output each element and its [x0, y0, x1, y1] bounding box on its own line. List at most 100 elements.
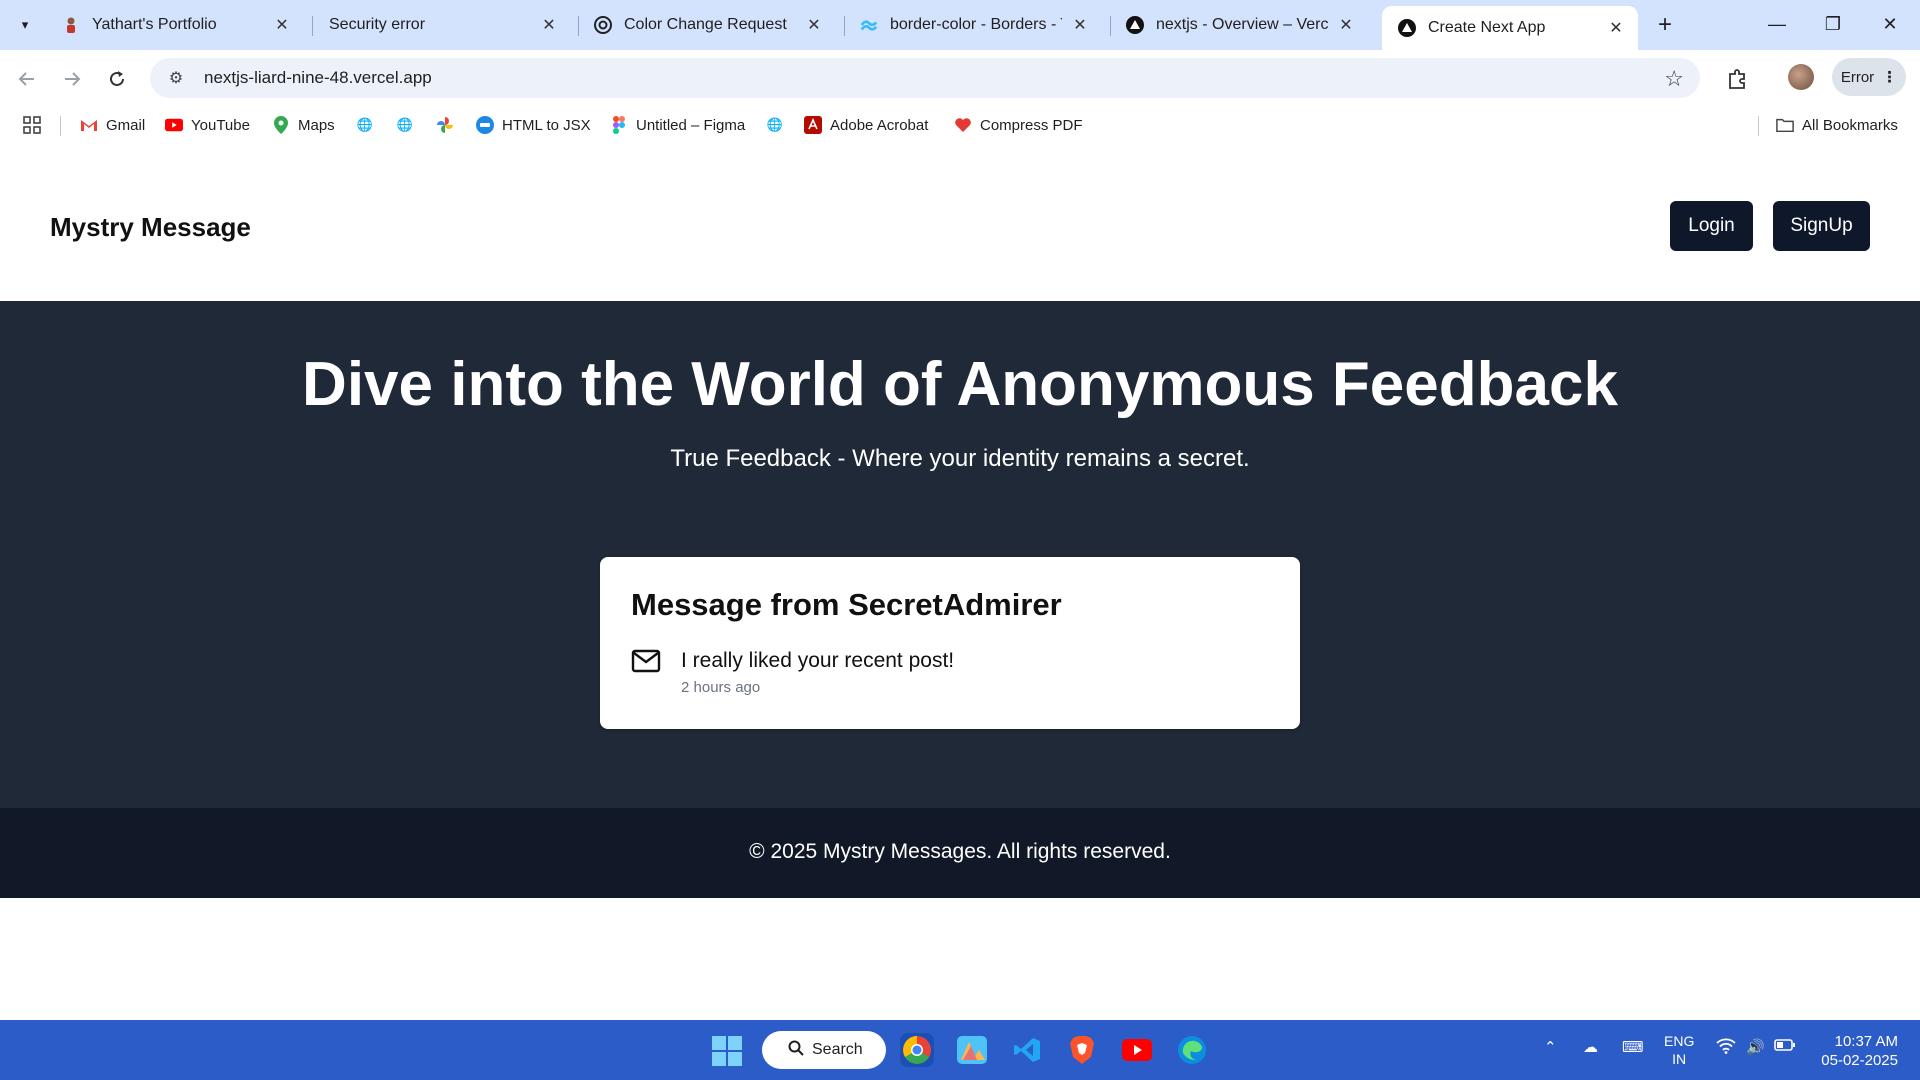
back-arrow-icon[interactable]	[12, 64, 42, 94]
close-icon[interactable]: ✕	[1070, 15, 1090, 35]
volume-icon[interactable]: 🔊	[1746, 1038, 1765, 1056]
bookmark-label: Compress PDF	[980, 116, 1083, 134]
message-card: Message from SecretAdmirer I really like…	[600, 557, 1300, 729]
window-close-icon[interactable]: ✕	[1870, 8, 1910, 40]
close-icon[interactable]: ✕	[1336, 15, 1356, 35]
clock-time: 10:37 AM	[1834, 1033, 1898, 1050]
restore-icon[interactable]: ❐	[1813, 8, 1853, 40]
bookmark-label: Maps	[298, 116, 335, 134]
chrome-app-icon[interactable]	[900, 1033, 934, 1067]
url-text[interactable]: nextjs-liard-nine-48.vercel.app	[204, 68, 432, 88]
bookmark-label: YouTube	[191, 116, 250, 134]
gmail-icon	[80, 116, 98, 134]
tab-title: border-color - Borders - Ta	[890, 16, 1062, 33]
tab-color-change[interactable]: Color Change Request ✕	[578, 6, 836, 44]
globe-icon: 🌐	[356, 117, 374, 132]
site-footer: © 2025 Mystry Messages. All rights reser…	[0, 808, 1920, 898]
keyboard-icon[interactable]: ⌨	[1622, 1038, 1644, 1056]
bookmark-globe-2[interactable]: 🌐	[396, 115, 422, 135]
bookmark-figma[interactable]: Untitled – Figma	[610, 115, 745, 135]
globe-icon: 🌐	[396, 117, 414, 132]
web-page: Mystry Message Login SignUp Dive into th…	[0, 144, 1920, 1020]
vscode-app-icon[interactable]	[1010, 1033, 1044, 1067]
edge-app-icon[interactable]	[1175, 1033, 1209, 1067]
site-info-tune-icon[interactable]: ⚙	[164, 68, 188, 88]
vercel-favicon-icon	[1398, 19, 1416, 37]
html-jsx-icon	[476, 116, 494, 134]
tab-search-chevron-icon[interactable]: ▾	[10, 10, 40, 40]
vercel-favicon-icon	[1126, 16, 1144, 34]
bookmark-youtube[interactable]: YouTube	[165, 115, 250, 135]
bookmark-gmail[interactable]: Gmail	[80, 115, 145, 135]
bookmark-globe-3[interactable]: 🌐	[766, 115, 792, 135]
windows-start-icon[interactable]	[712, 1036, 742, 1066]
extensions-puzzle-icon[interactable]	[1722, 64, 1752, 94]
address-bar[interactable]: ⚙ nextjs-liard-nine-48.vercel.app ☆	[150, 58, 1700, 98]
tab-create-next-app[interactable]: Create Next App ✕	[1382, 6, 1638, 50]
battery-icon[interactable]	[1774, 1038, 1796, 1056]
taskbar-search[interactable]: Search	[762, 1031, 886, 1069]
tab-border-color[interactable]: border-color - Borders - Ta ✕	[844, 6, 1102, 44]
bookmark-pinwheel[interactable]	[436, 115, 462, 135]
bookmark-label: Adobe Acrobat	[830, 116, 929, 134]
system-clock[interactable]: 10:37 AM 05-02-2025	[1810, 1032, 1898, 1070]
folder-icon	[1776, 116, 1794, 134]
bookmark-maps[interactable]: Maps	[272, 115, 335, 135]
site-navbar: Mystry Message Login SignUp	[0, 144, 1920, 301]
tab-title: nextjs - Overview – Vercel	[1156, 16, 1328, 33]
bookmark-separator	[60, 116, 61, 136]
openai-favicon-icon	[594, 16, 612, 34]
login-button[interactable]: Login	[1670, 201, 1753, 251]
tailwind-favicon-icon	[860, 16, 878, 34]
figma-icon	[610, 116, 628, 134]
language-indicator[interactable]: ENG IN	[1664, 1032, 1694, 1068]
bookmark-html-to-jsx[interactable]: HTML to JSX	[476, 115, 591, 135]
message-timestamp: 2 hours ago	[681, 679, 761, 696]
apps-grid-icon[interactable]	[22, 115, 42, 135]
youtube-icon	[165, 116, 183, 134]
bookmark-star-icon[interactable]: ☆	[1664, 66, 1684, 92]
hero-section: Dive into the World of Anonymous Feedbac…	[0, 301, 1920, 808]
youtube-app-icon[interactable]	[1120, 1033, 1154, 1067]
forward-arrow-icon[interactable]	[57, 64, 87, 94]
taskbar-search-label: Search	[812, 1041, 863, 1058]
bookmark-compress-pdf[interactable]: Compress PDF	[954, 115, 1083, 135]
photos-app-icon[interactable]	[955, 1033, 989, 1067]
brave-app-icon[interactable]	[1065, 1033, 1099, 1067]
close-icon[interactable]: ✕	[1606, 18, 1626, 38]
more-vert-icon[interactable]: ⋮	[1882, 68, 1897, 86]
clock-date: 05-02-2025	[1821, 1052, 1898, 1069]
all-bookmarks-button[interactable]: All Bookmarks	[1776, 115, 1898, 135]
tab-title: Color Change Request	[624, 16, 787, 33]
tab-portfolio[interactable]: Yathart's Portfolio ✕	[46, 6, 304, 44]
tab-security-error[interactable]: Security error ✕	[313, 6, 571, 44]
tab-title: Security error	[329, 16, 426, 33]
close-icon[interactable]: ✕	[272, 15, 292, 35]
tray-chevron-up-icon[interactable]: ⌃	[1544, 1038, 1557, 1056]
maps-icon	[272, 116, 290, 134]
bookmarks-bar: Gmail YouTube Maps 🌐 🌐 HTML to JSX Untit…	[0, 106, 1920, 144]
minimize-icon[interactable]: —	[1757, 8, 1797, 40]
brand-logo-text[interactable]: Mystry Message	[50, 212, 251, 243]
new-tab-plus-icon[interactable]: +	[1650, 10, 1680, 40]
profile-error-chip[interactable]: Error ⋮	[1832, 58, 1906, 96]
reload-icon[interactable]	[102, 64, 132, 94]
browser-toolbar: ⚙ nextjs-liard-nine-48.vercel.app ☆	[0, 50, 1920, 106]
tab-title: Yathart's Portfolio	[92, 16, 217, 33]
bookmark-globe-1[interactable]: 🌐	[356, 115, 382, 135]
language-line-1: ENG	[1664, 1033, 1695, 1049]
wifi-icon[interactable]	[1716, 1038, 1736, 1058]
tab-vercel-overview[interactable]: nextjs - Overview – Vercel ✕	[1110, 6, 1368, 44]
globe-icon: 🌐	[766, 117, 784, 132]
close-icon[interactable]: ✕	[539, 15, 559, 35]
bookmark-label: Untitled – Figma	[636, 116, 746, 134]
tab-title: Create Next App	[1428, 19, 1546, 36]
profile-avatar[interactable]	[1788, 64, 1814, 90]
close-icon[interactable]: ✕	[804, 15, 824, 35]
onedrive-cloud-icon[interactable]: ☁	[1583, 1038, 1598, 1056]
bookmark-separator	[1758, 116, 1759, 136]
bookmark-label: Gmail	[106, 116, 146, 134]
signup-button[interactable]: SignUp	[1773, 201, 1870, 251]
windows-taskbar: Search ⌃ ☁ ⌨ ENG IN 🔊 10:37 AM 05-02-202…	[0, 1020, 1920, 1080]
bookmark-adobe-acrobat[interactable]: Adobe Acrobat	[804, 115, 928, 135]
